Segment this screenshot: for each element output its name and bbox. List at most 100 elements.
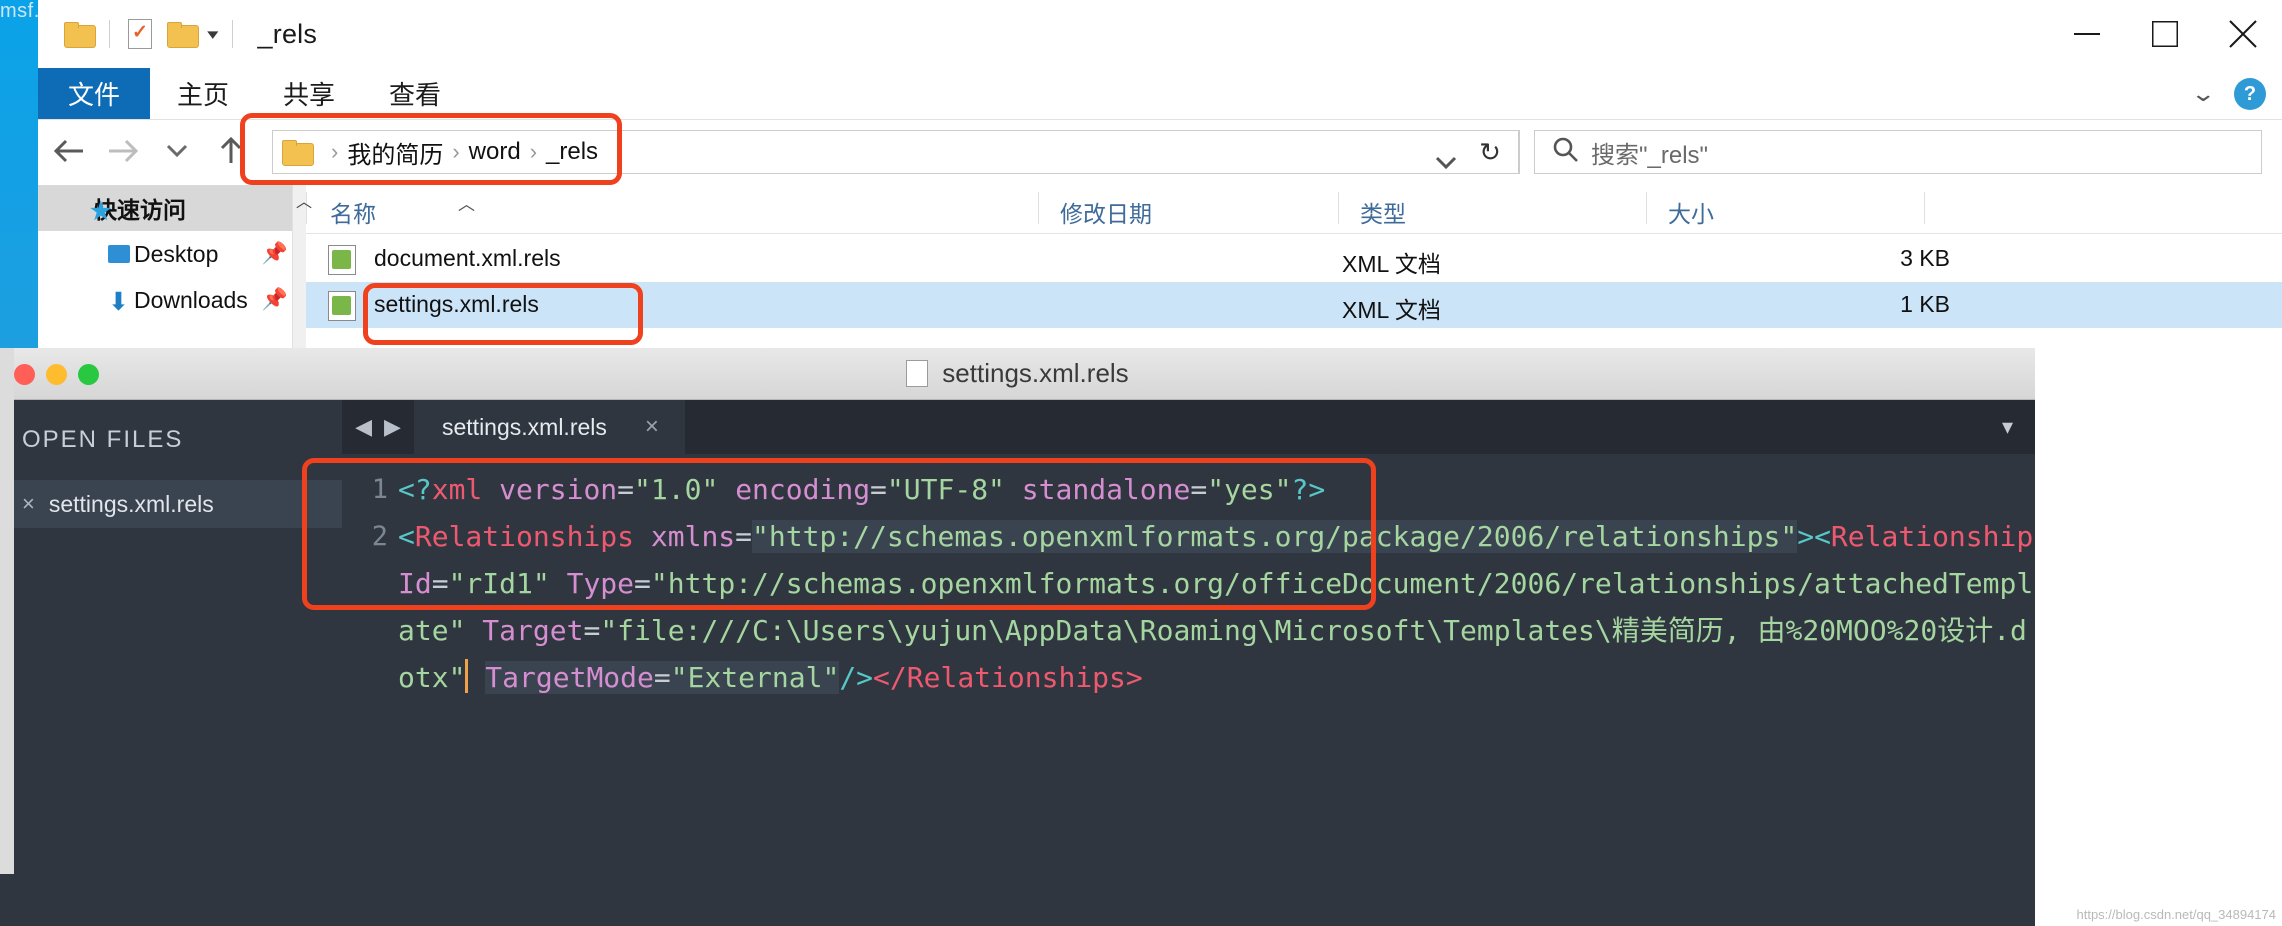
properties-icon[interactable] <box>119 13 161 55</box>
text-caret <box>465 659 469 693</box>
file-list: <> document.xml.rels XML 文档 3 KB <> sett… <box>306 236 2282 348</box>
editor-main: ◀ ▶ settings.xml.rels × ▾ 1 2 <?xml vers… <box>342 400 2035 926</box>
code-token: < <box>398 520 415 553</box>
pin-icon-2[interactable]: 📌 <box>262 288 288 312</box>
up-button[interactable] <box>208 128 254 174</box>
address-dropdown-icon[interactable] <box>1426 142 1466 184</box>
tab-home[interactable]: 主页 <box>150 68 256 119</box>
chevron-down-icon[interactable]: ⌄ <box>2190 81 2216 107</box>
sidebar-header-open-files: OPEN FILES <box>22 426 184 453</box>
editor-left-scrollbar[interactable] <box>0 348 14 874</box>
sidebar-item-downloads[interactable]: ⬇ Downloads 📌 <box>38 277 306 323</box>
tab-prev-icon[interactable]: ◀ <box>355 414 372 440</box>
col-divider-4[interactable] <box>1924 192 1925 224</box>
xml-file-icon: <> <box>328 291 356 321</box>
minimize-button[interactable] <box>2048 0 2126 68</box>
code-token: "yes" <box>1207 473 1292 506</box>
sidebar-item-desktop[interactable]: Desktop 📌 <box>38 231 306 277</box>
column-header-type[interactable]: 类型 <box>1360 195 1406 229</box>
zoom-traffic-light[interactable] <box>78 364 99 385</box>
file-size: 3 KB <box>1900 245 1950 271</box>
recent-locations-button[interactable] <box>154 128 200 174</box>
code-token: <? <box>398 473 432 506</box>
code-token: ?> <box>1291 473 1326 506</box>
open-file-label: settings.xml.rels <box>48 490 214 517</box>
close-icon[interactable]: × <box>22 491 35 517</box>
close-icon[interactable]: × <box>645 413 659 441</box>
col-divider-2[interactable] <box>1338 192 1339 224</box>
search-box[interactable]: 搜索"_rels" <box>1534 130 2262 174</box>
table-row[interactable]: <> document.xml.rels XML 文档 3 KB <box>306 236 2282 282</box>
editor-body: OPEN FILES × settings.xml.rels ◀ ▶ setti… <box>0 400 2035 926</box>
code-token: "1.0" <box>634 473 719 506</box>
code-token: TargetMode <box>485 661 654 694</box>
minimize-traffic-light[interactable] <box>46 364 67 385</box>
tab-file[interactable]: 文件 <box>38 68 150 119</box>
editor-title-bar: settings.xml.rels <box>0 348 2035 400</box>
breadcrumb-item-2[interactable]: _rels <box>546 138 598 166</box>
tab-view[interactable]: 查看 <box>362 68 468 119</box>
tab-next-icon[interactable]: ▶ <box>384 414 401 440</box>
sidebar-item-quick-access[interactable]: ★ 快速访问 <box>38 185 306 231</box>
new-folder-icon[interactable] <box>161 13 203 55</box>
scroll-up-caret-icon[interactable]: ︿ <box>296 188 312 212</box>
screenshot-root: msf.exe ▾ _rels <box>0 0 2282 926</box>
search-icon <box>1553 137 1579 168</box>
editor-window-title: settings.xml.rels <box>942 358 1129 388</box>
code-token: "External" <box>670 661 840 694</box>
address-toolbar: › 我的简历 › word › _rels ↻ 搜索"_rels" <box>38 120 2282 182</box>
file-type: XML 文档 <box>1342 251 1441 277</box>
folder-icon[interactable] <box>58 13 100 55</box>
code-token: /> <box>839 661 874 694</box>
search-input-placeholder[interactable]: 搜索"_rels" <box>1591 135 1708 170</box>
forward-button[interactable] <box>100 128 146 174</box>
pin-icon[interactable]: 📌 <box>262 242 288 266</box>
toolbar-divider <box>109 20 110 48</box>
tab-share[interactable]: 共享 <box>256 68 362 119</box>
address-bar[interactable]: › 我的简历 › word › _rels <box>272 130 1519 174</box>
maximize-button[interactable] <box>2126 0 2204 68</box>
document-icon <box>906 360 929 387</box>
help-icon[interactable]: ? <box>2234 78 2266 110</box>
code-token: Type <box>566 567 635 600</box>
ribbon-tab-bar: 文件 主页 共享 查看 ⌄ ? <box>38 68 2282 120</box>
code-token: xmlns <box>650 520 736 553</box>
breadcrumb-item-1[interactable]: word <box>469 138 521 166</box>
breadcrumb-item-0[interactable]: 我的简历 <box>347 135 443 170</box>
code-token: Relationships <box>414 520 635 553</box>
breadcrumb-separator-2: › <box>529 139 538 164</box>
editor-tab-bar: ◀ ▶ settings.xml.rels × ▾ <box>342 400 2035 454</box>
col-divider-3[interactable] <box>1646 192 1647 224</box>
traffic-lights <box>14 364 99 385</box>
column-header-size[interactable]: 大小 <box>1668 195 1714 229</box>
back-button[interactable] <box>46 128 92 174</box>
star-icon: ★ <box>90 198 112 225</box>
chevron-down-icon[interactable]: ▾ <box>2002 414 2013 440</box>
desktop-icon <box>108 245 130 263</box>
table-row[interactable]: <> settings.xml.rels XML 文档 1 KB <box>306 282 2282 328</box>
tab-settings-xml-rels[interactable]: settings.xml.rels × <box>414 400 685 454</box>
column-header-name[interactable]: 名称 <box>330 195 376 229</box>
open-file-item[interactable]: × settings.xml.rels <box>0 480 342 528</box>
customize-caret-icon[interactable]: ▾ <box>198 25 227 43</box>
close-button[interactable] <box>2204 0 2282 68</box>
sidebar-label-desktop: Desktop <box>134 240 219 267</box>
code-token: standalone <box>1021 473 1191 506</box>
window-controls <box>2048 0 2282 68</box>
toolbar-divider-2 <box>231 20 233 48</box>
sort-caret-icon: ︿ <box>458 195 475 214</box>
code-content[interactable]: <?xml version="1.0" encoding="UTF-8" sta… <box>398 454 2035 926</box>
tab-nav-arrows[interactable]: ◀ ▶ <box>342 400 414 454</box>
sidebar-label-downloads: Downloads <box>134 286 248 313</box>
file-type: XML 文档 <box>1342 297 1441 323</box>
close-traffic-light[interactable] <box>14 364 35 385</box>
file-size: 1 KB <box>1900 291 1950 317</box>
column-header-date[interactable]: 修改日期 <box>1060 195 1152 229</box>
watermark: https://blog.csdn.net/qq_34894174 <box>2076 907 2277 922</box>
col-divider-1[interactable] <box>1038 192 1039 224</box>
refresh-button[interactable]: ↻ <box>1470 131 1510 173</box>
code-token: "UTF-8" <box>886 473 1005 506</box>
quick-access-toolbar: ▾ _rels <box>38 0 317 68</box>
code-token: < <box>1814 520 1831 553</box>
window-title: _rels <box>257 18 318 49</box>
